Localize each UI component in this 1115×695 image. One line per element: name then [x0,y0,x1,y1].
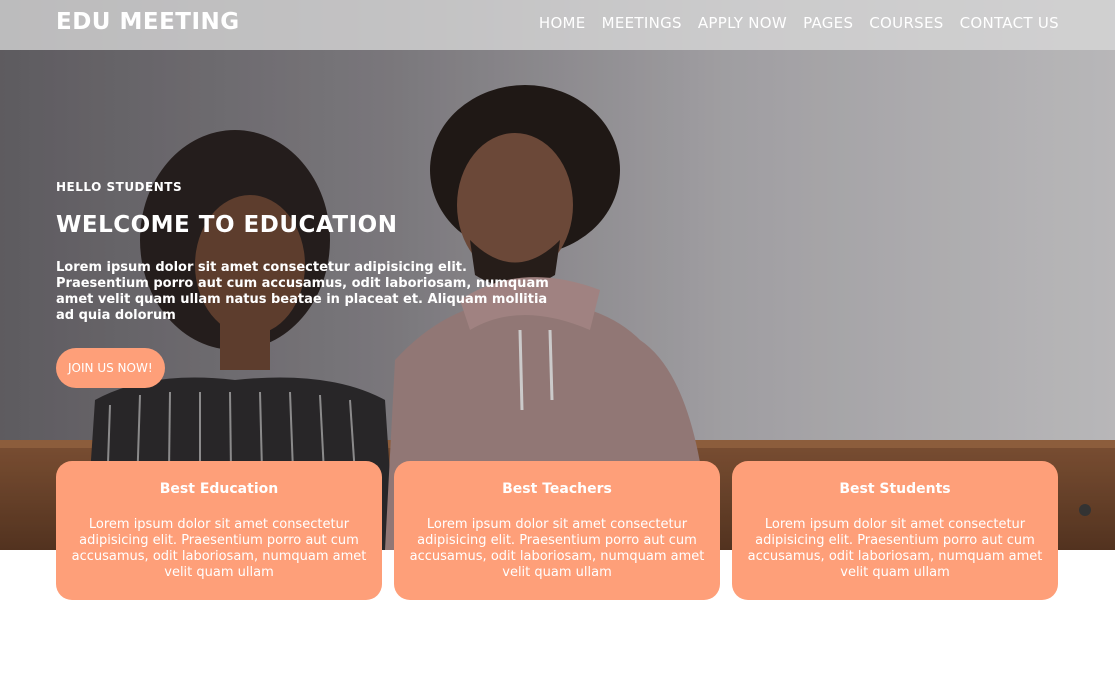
hero-description: Lorem ipsum dolor sit amet consectetur a… [56,260,549,323]
feature-title: Best Teachers [502,481,612,497]
hero-eyebrow: HELLO STUDENTS [56,180,183,194]
nav-home[interactable]: HOME [539,14,586,32]
nav-pages[interactable]: PAGES [803,14,853,32]
feature-cards: Best Education Lorem ipsum dolor sit ame… [56,461,1058,600]
brand-logo[interactable]: EDU MEETING [56,9,240,35]
feature-title: Best Students [839,481,951,497]
nav-courses[interactable]: COURSES [869,14,943,32]
top-navbar: EDU MEETING HOME MEETINGS APPLY NOW PAGE… [0,0,1115,50]
nav-meetings[interactable]: MEETINGS [602,14,682,32]
feature-title: Best Education [159,481,279,497]
feature-text: Lorem ipsum dolor sit amet consectetur a… [747,517,1043,580]
feature-text: Lorem ipsum dolor sit amet consectetur a… [71,517,367,580]
hero-content: HELLO STUDENTS WELCOME TO EDUCATION Lore… [56,180,556,388]
feature-card-teachers: Best Teachers Lorem ipsum dolor sit amet… [394,461,720,600]
hero-headline: WELCOME TO EDUCATION [56,212,398,238]
join-us-button[interactable]: JOIN US NOW! [56,348,165,388]
feature-card-education: Best Education Lorem ipsum dolor sit ame… [56,461,382,600]
nav-apply-now[interactable]: APPLY NOW [698,14,787,32]
nav-contact-us[interactable]: CONTACT US [960,14,1059,32]
main-menu: HOME MEETINGS APPLY NOW PAGES COURSES CO… [539,14,1059,32]
feature-text: Lorem ipsum dolor sit amet consectetur a… [409,517,705,580]
feature-card-students: Best Students Lorem ipsum dolor sit amet… [732,461,1058,600]
